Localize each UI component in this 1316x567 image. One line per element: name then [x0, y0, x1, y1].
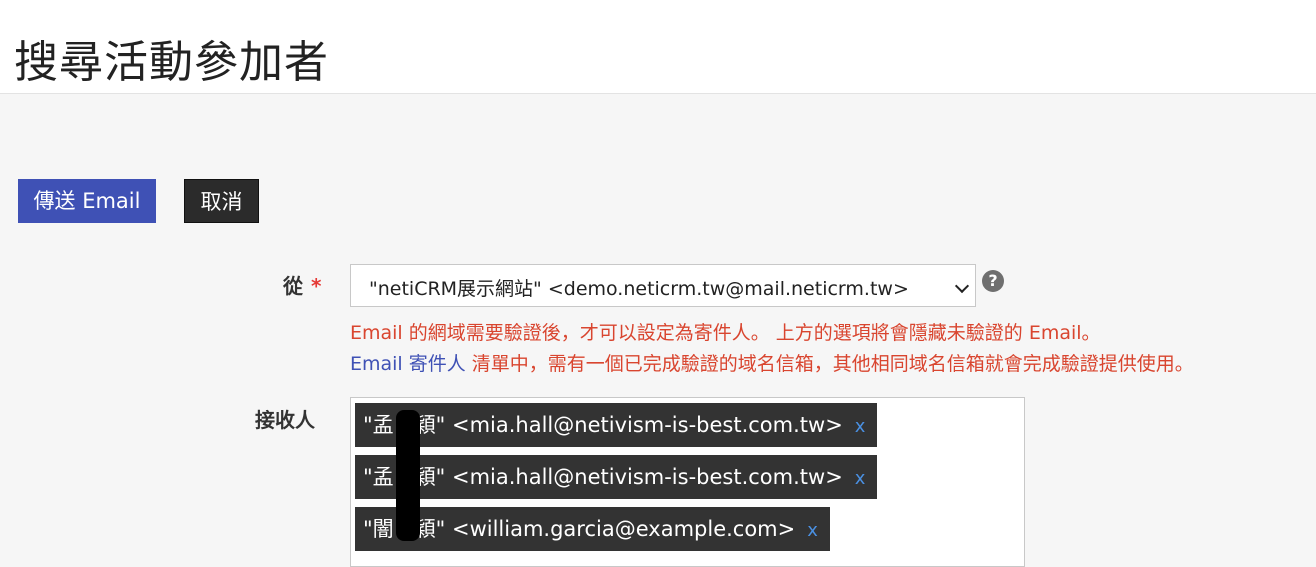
from-label-text: 從 — [283, 274, 303, 298]
domain-verification-notice: Email 的網域需要驗證後，才可以設定為寄件人。 上方的選項將會隱藏未驗證的 … — [350, 322, 1101, 344]
help-icon[interactable]: ? — [982, 270, 1004, 292]
recipients-label: 接收人 — [255, 408, 315, 432]
redaction-bar — [396, 410, 420, 541]
recipient-token-text: "孟 穎" <mia.hall@netivism-is-best.com.tw> — [363, 413, 843, 437]
sender-list-notice-text: 清單中，需有一個已完成驗證的域名信箱，其他相同域名信箱就會完成驗證提供使用。 — [465, 353, 1194, 375]
cancel-button[interactable]: 取消 — [184, 179, 259, 223]
recipient-token-text: "孟 穎" <mia.hall@netivism-is-best.com.tw> — [363, 465, 843, 489]
send-email-button[interactable]: 傳送 Email — [18, 179, 156, 223]
required-marker: * — [311, 274, 322, 298]
recipient-token: "闇 穎" <william.garcia@example.com> x — [355, 507, 830, 551]
from-selected-value: "netiCRM展示網站" <demo.neticrm.tw@mail.neti… — [369, 278, 909, 300]
remove-recipient-button[interactable]: x — [855, 416, 866, 437]
page-title: 搜尋活動參加者 — [14, 37, 329, 89]
from-select[interactable]: "netiCRM展示網站" <demo.neticrm.tw@mail.neti… — [350, 264, 976, 307]
chevron-down-icon — [954, 278, 970, 294]
email-sender-link[interactable]: Email 寄件人 — [350, 353, 466, 375]
remove-recipient-button[interactable]: x — [855, 468, 866, 489]
recipient-token: "孟 穎" <mia.hall@netivism-is-best.com.tw>… — [355, 403, 878, 447]
remove-recipient-button[interactable]: x — [807, 520, 818, 541]
recipient-token: "孟 穎" <mia.hall@netivism-is-best.com.tw>… — [355, 455, 878, 499]
page-header: 搜尋活動參加者 — [0, 0, 1316, 94]
recipient-token-text: "闇 穎" <william.garcia@example.com> — [363, 517, 796, 541]
from-label: 從 * — [283, 270, 321, 299]
recipients-field[interactable]: "孟 穎" <mia.hall@netivism-is-best.com.tw>… — [350, 397, 1025, 567]
sender-list-notice: Email 寄件人 清單中，需有一個已完成驗證的域名信箱，其他相同域名信箱就會完… — [350, 349, 1194, 376]
